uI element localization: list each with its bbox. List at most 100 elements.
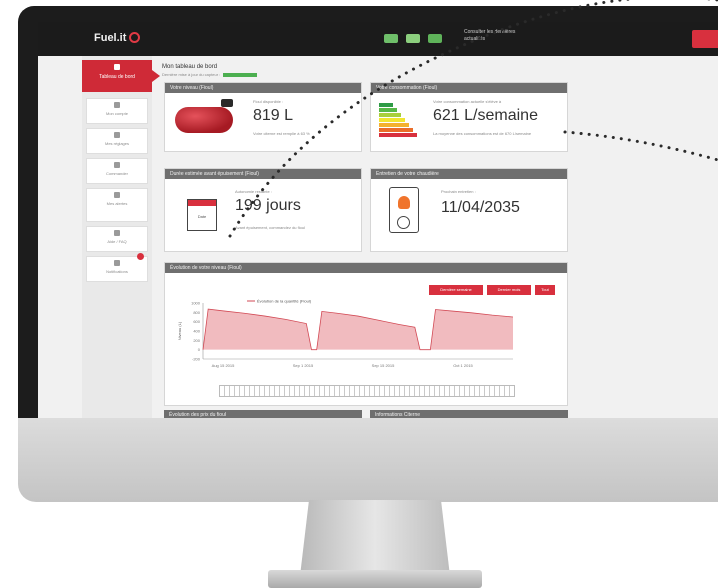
- account-menu-button[interactable]: [692, 30, 718, 48]
- sidebar-item-notifications[interactable]: Notifications: [86, 253, 148, 282]
- monitor-stand: [300, 500, 450, 576]
- consumption-panel-title: Votre consommation (Fioul): [371, 83, 567, 93]
- settings-icon: [114, 132, 120, 138]
- app-screen: Fuel.it Consulter les dernières actualit…: [38, 22, 718, 418]
- consumption-note: La moyenne des consommations est de 670 …: [433, 131, 532, 136]
- rating-bar-c: [379, 113, 401, 117]
- notice-line-1: Consulter les dernières: [464, 29, 516, 35]
- legend-label: Évolution de la quantité (Fioul): [257, 299, 312, 304]
- sidebar: Tableau de bord Mon compte Mes réglages …: [82, 56, 160, 418]
- home-icon: [114, 64, 120, 70]
- sidebar-item-dashboard[interactable]: Tableau de bord: [82, 60, 160, 92]
- chart-panel: Évolution de votre niveau (Fioul) Derniè…: [164, 262, 568, 406]
- help-icon: [114, 230, 120, 236]
- sidebar-item-order[interactable]: Commander: [86, 158, 148, 184]
- level-caption: Fioul disponible :: [253, 99, 284, 104]
- level-value: 819 L: [253, 107, 294, 124]
- monitor-stage: Fuel.it Consulter les dernières actualit…: [0, 0, 718, 588]
- status-icons: [384, 34, 442, 43]
- tank-cap-icon: [221, 99, 233, 107]
- y-tick-label: -200: [192, 357, 201, 362]
- level-panel: Votre niveau (Fioul) Fioul disponible : …: [164, 82, 362, 152]
- boiler-panel: Entretien de votre chaudière Prochain en…: [370, 168, 568, 252]
- rating-bar-e: [379, 123, 409, 127]
- level-note: Votre citerne est remplie à 63 %: [253, 131, 310, 136]
- notification-badge: [137, 253, 144, 260]
- sidebar-item-settings[interactable]: Mes réglages: [86, 128, 148, 154]
- y-tick-label: 400: [193, 329, 200, 334]
- consumption-caption: Votre consommation actuelle s'élève à: [433, 99, 502, 104]
- boiler-caption: Prochain entretien :: [441, 189, 476, 194]
- y-tick-label: 0: [198, 347, 201, 352]
- sensor-status-badge: [223, 72, 258, 77]
- series-area: [203, 309, 513, 350]
- rating-bar-g: [379, 133, 417, 137]
- truck-status-icon[interactable]: [428, 34, 442, 43]
- last-month-button[interactable]: Dernier mois: [487, 285, 531, 295]
- sidebar-item-help[interactable]: Aide / FAQ: [86, 226, 148, 252]
- boiler-icon: [389, 187, 419, 233]
- all-button[interactable]: Tout: [535, 285, 555, 295]
- sidebar-item-label: Aide / FAQ: [107, 239, 127, 244]
- last-week-button[interactable]: Dernière semaine: [429, 285, 483, 295]
- app-logo[interactable]: Fuel.it: [94, 32, 141, 44]
- autonomy-panel: Durée estimée avant épuisement (Fioul) D…: [164, 168, 362, 252]
- chart-panel-title: Évolution de votre niveau (Fioul): [165, 263, 567, 273]
- y-tick-label: 1000: [191, 301, 201, 306]
- price-panel-title: Évolution des prix du fioul: [164, 410, 362, 418]
- x-tick-label: Oct 1 2015: [453, 363, 473, 368]
- rating-bar-b: [379, 108, 397, 112]
- battery-status-icon[interactable]: [406, 34, 420, 43]
- monitor-foot: [268, 570, 482, 588]
- flame-icon: [398, 196, 410, 209]
- consumption-value: 621 L/semaine: [433, 107, 538, 124]
- last-update-label: Dernière mise à jour du capteur :: [162, 72, 221, 77]
- sidebar-item-account[interactable]: Mon compte: [86, 98, 148, 124]
- rating-bar-f: [379, 128, 413, 132]
- news-notice[interactable]: Consulter les dernières actualités: [464, 29, 515, 43]
- autonomy-note: Avant épuisement, commandez du fioul: [235, 225, 305, 230]
- info-icon: [114, 260, 120, 266]
- dial-icon: [397, 216, 410, 229]
- logo-ring-icon: [129, 32, 141, 43]
- y-tick-label: 200: [193, 338, 200, 343]
- boiler-value: 11/04/2035: [441, 199, 520, 216]
- sidebar-item-label: Notifications: [106, 269, 128, 274]
- chart-range-slider[interactable]: [219, 385, 515, 397]
- top-bar: Fuel.it Consulter les dernières actualit…: [38, 22, 718, 56]
- consumption-panel: Votre consommation (Fioul) Votre consomm…: [370, 82, 568, 152]
- x-tick-label: Aug 15 2015: [212, 363, 235, 368]
- sidebar-item-label: Commander: [105, 171, 128, 176]
- calendar-header: [188, 200, 216, 206]
- sidebar-item-label: Tableau de bord: [99, 74, 135, 80]
- monitor-chin: [18, 418, 718, 502]
- autonomy-panel-title: Durée estimée avant épuisement (Fioul): [165, 169, 361, 179]
- level-panel-title: Votre niveau (Fioul): [165, 83, 361, 93]
- sidebar-item-label: Mon compte: [105, 111, 128, 116]
- y-tick-label: 800: [193, 310, 200, 315]
- bell-icon: [114, 192, 120, 198]
- notice-line-2: actualités: [464, 36, 486, 42]
- fuel-tank-icon: [175, 107, 233, 133]
- autonomy-value: 199 jours: [235, 197, 301, 214]
- rating-bar-a: [379, 103, 393, 107]
- boiler-panel-title: Entretien de votre chaudière: [371, 169, 567, 179]
- y-axis-label: Niveau (L): [177, 321, 182, 340]
- user-icon: [114, 102, 120, 108]
- level-chart: Niveau (L) -200 0 200 400 600 800 1000 Aug 15 20…: [177, 299, 514, 368]
- sidebar-item-label: Mes alertes: [106, 201, 128, 206]
- calendar-label: Date: [197, 214, 207, 219]
- sensor-status-icon[interactable]: [384, 34, 398, 43]
- y-tick-label: 600: [193, 319, 200, 324]
- page-title: Mon tableau de bord: [162, 64, 218, 70]
- logo-text: Fuel.it: [94, 32, 127, 44]
- rating-bar-d: [379, 118, 405, 122]
- truck-icon: [114, 162, 120, 168]
- x-tick-label: Sep 1 2015: [293, 363, 314, 368]
- page-subtitle: Dernière mise à jour du capteur :: [162, 72, 258, 77]
- calendar-icon: Date: [187, 199, 217, 231]
- sidebar-item-label: Mes réglages: [104, 141, 129, 146]
- tank-info-panel-title: Informations Citerne: [370, 410, 568, 418]
- x-tick-label: Sep 15 2015: [372, 363, 395, 368]
- sidebar-item-alerts[interactable]: Mes alertes: [86, 188, 148, 222]
